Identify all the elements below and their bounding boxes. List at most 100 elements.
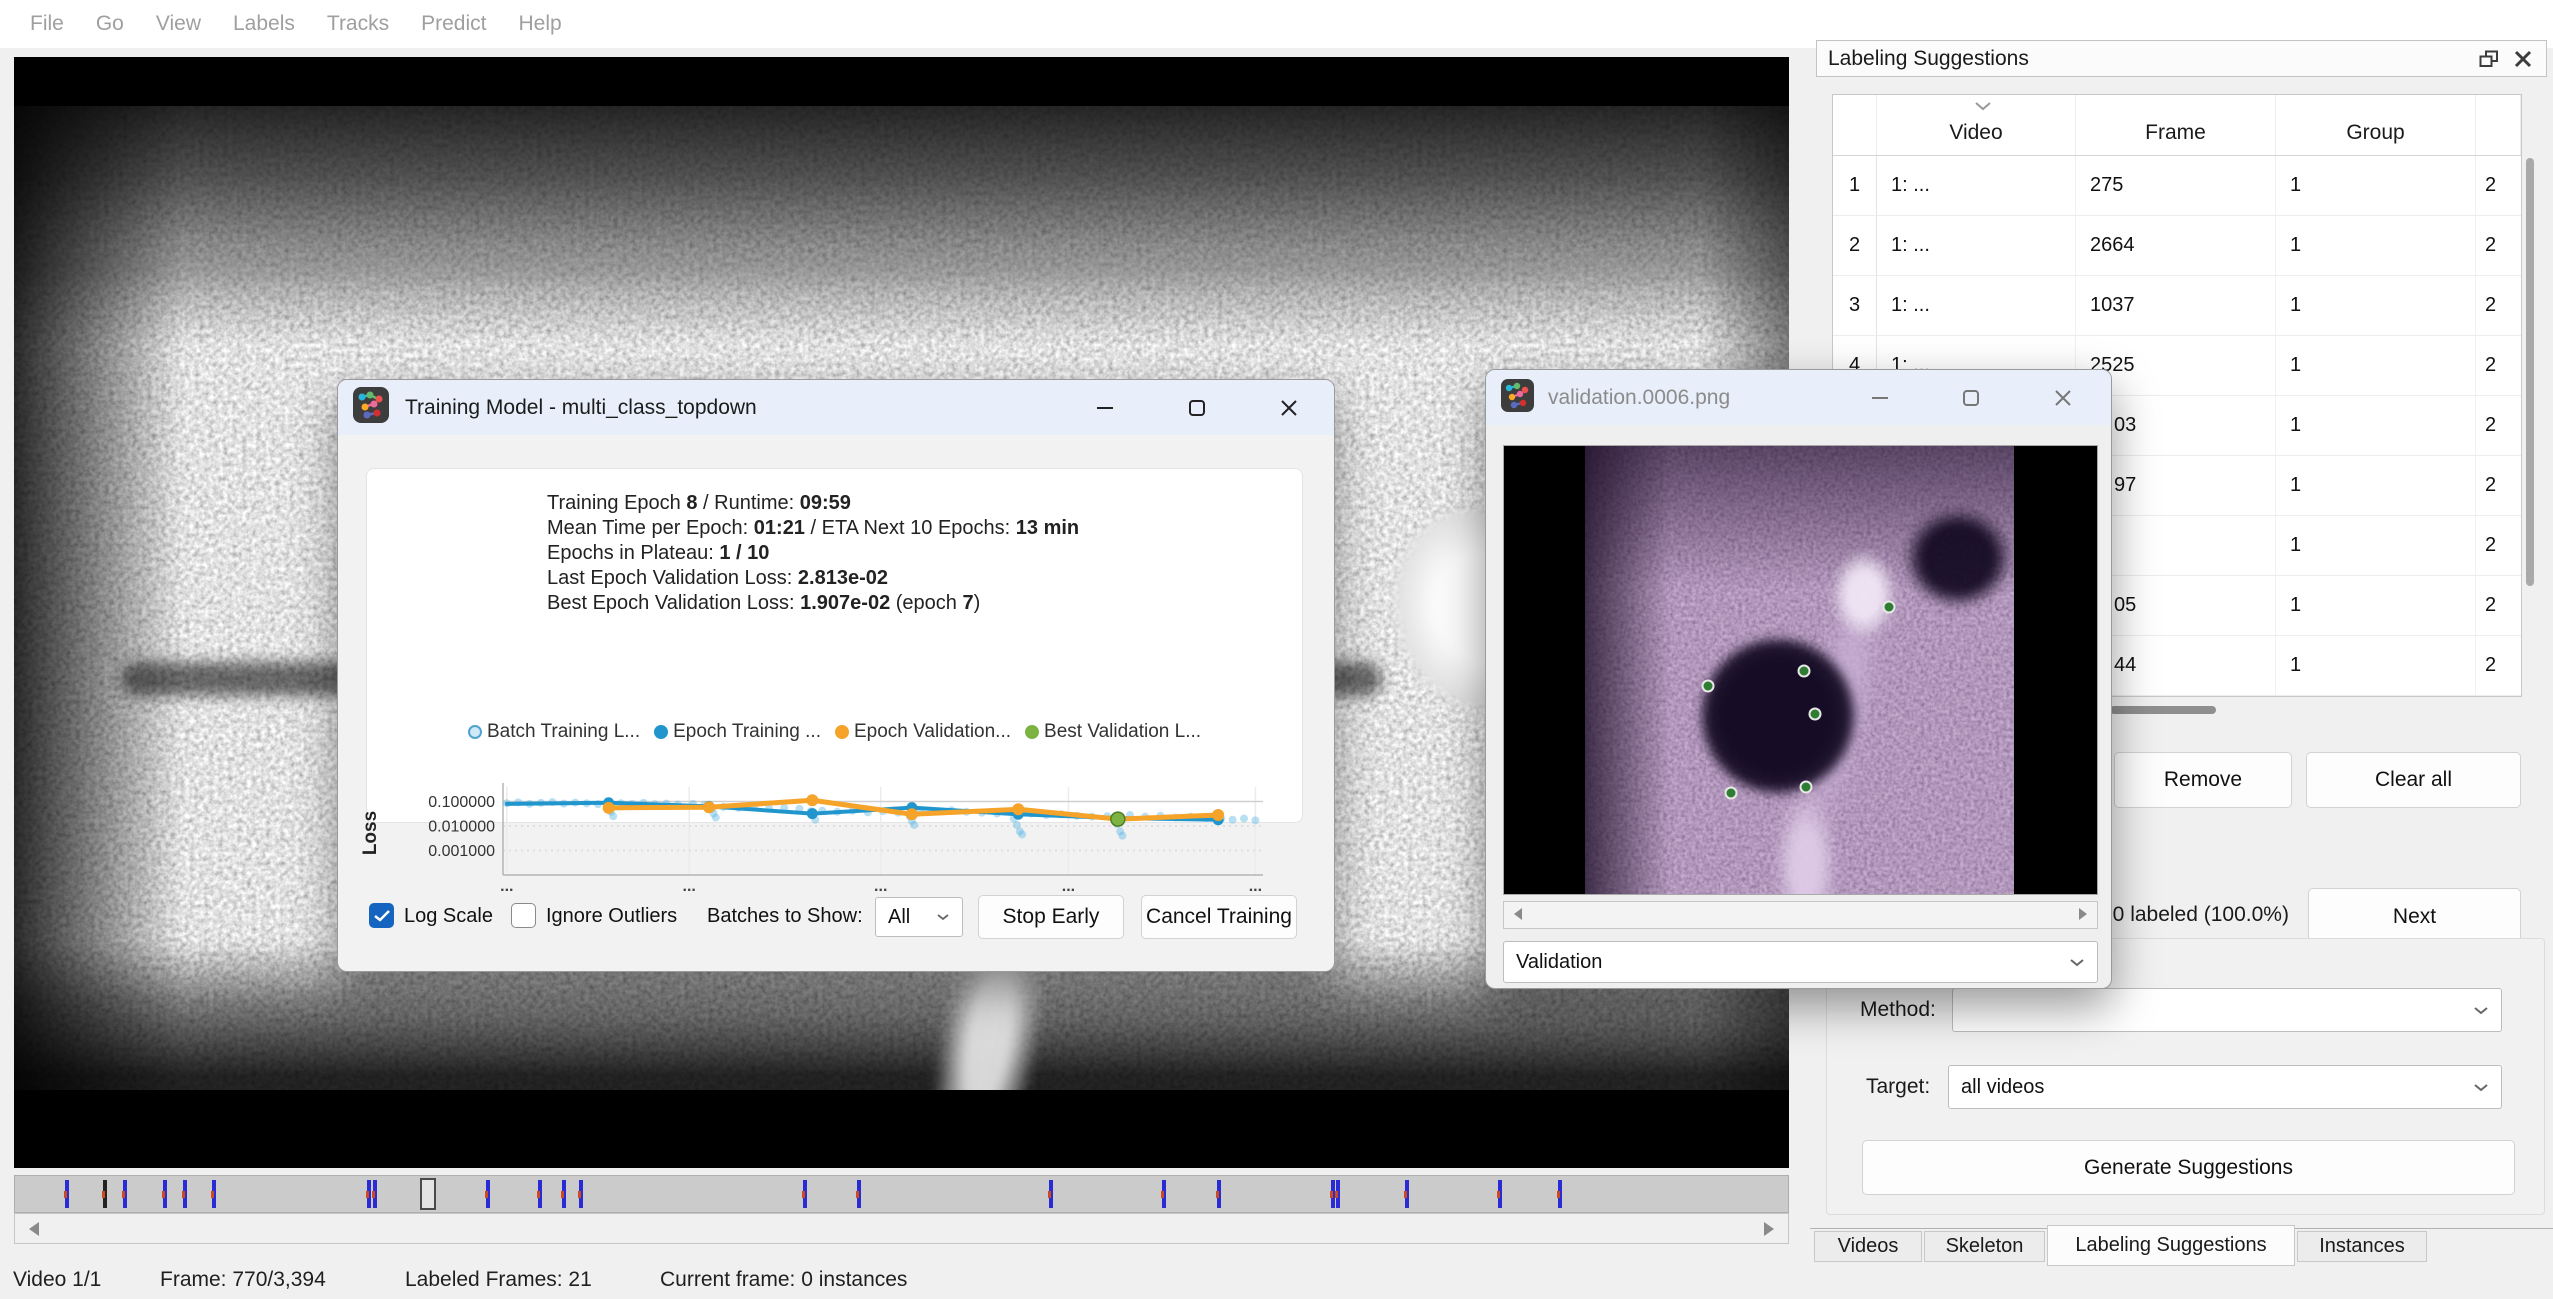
keypoint-dot <box>1797 665 1810 678</box>
labeled-frame-marker <box>182 1191 185 1198</box>
scroll-left-arrow-icon[interactable] <box>1514 908 1522 920</box>
header-group[interactable]: Group <box>2276 95 2476 155</box>
tab-skeleton[interactable]: Skeleton <box>1924 1231 2045 1262</box>
ignore-outliers-label: Ignore Outliers <box>546 905 677 928</box>
seekbar-track[interactable] <box>14 1175 1789 1213</box>
labeled-frame-marker <box>537 1191 540 1198</box>
target-dropdown[interactable]: all videos <box>1948 1065 2502 1109</box>
cell-group: 1 <box>2276 396 2476 455</box>
svg-text:...: ... <box>874 878 887 895</box>
method-dropdown[interactable] <box>1952 988 2502 1032</box>
close-icon[interactable] <box>2506 44 2540 74</box>
labeled-frame-marker <box>162 1191 165 1198</box>
labeled-frame-marker <box>485 1191 488 1198</box>
validation-scrollbar[interactable] <box>1503 901 2098 929</box>
chevron-down-icon <box>2473 1006 2489 1015</box>
cell-extra: 2 <box>2476 396 2521 455</box>
menu-item-file[interactable]: File <box>14 12 80 36</box>
labeled-frame-marker <box>211 1191 214 1198</box>
method-label: Method: <box>1860 998 1936 1022</box>
cell-video: 1: ... <box>1877 216 2076 275</box>
svg-text:Loss: Loss <box>362 811 381 855</box>
scroll-left-arrow-icon[interactable] <box>29 1222 39 1236</box>
tab-videos[interactable]: Videos <box>1814 1231 1922 1262</box>
menu-item-view[interactable]: View <box>140 12 217 36</box>
labeled-status: 20 labeled (100.0%) <box>2101 903 2289 927</box>
batches-dropdown[interactable]: All <box>875 897 963 937</box>
close-icon[interactable] <box>1266 390 1312 426</box>
labeled-frame-marker <box>578 1191 581 1198</box>
labeled-frame-marker <box>561 1191 564 1198</box>
legend-item: Batch Training L... <box>468 721 640 743</box>
labeled-frame-marker <box>1497 1191 1500 1198</box>
table-row[interactable]: 11: ...27512 <box>1833 156 2521 216</box>
scroll-right-arrow-icon[interactable] <box>1764 1222 1774 1236</box>
maximize-icon[interactable] <box>1174 390 1220 426</box>
menu-item-predict[interactable]: Predict <box>405 12 502 36</box>
suggestion-frame-marker <box>65 1180 69 1208</box>
cancel-training-button[interactable]: Cancel Training <box>1141 895 1297 939</box>
cell-extra: 2 <box>2476 456 2521 515</box>
labeled-frame-marker <box>802 1191 805 1198</box>
legend-marker-icon <box>654 725 668 739</box>
cell-extra: 2 <box>2476 576 2521 635</box>
cell-frame: 2664 <box>2076 216 2276 275</box>
minimize-icon[interactable] <box>1857 380 1903 416</box>
svg-text:...: ... <box>1062 878 1075 895</box>
status-current: Current frame: 0 instances <box>660 1268 907 1292</box>
close-icon[interactable] <box>2040 380 2086 416</box>
validation-split-dropdown[interactable]: Validation <box>1503 941 2098 983</box>
cell-video: 1: ... <box>1877 156 2076 215</box>
ignore-outliers-checkbox[interactable] <box>511 903 536 928</box>
cell-num: 1 <box>1833 156 1877 215</box>
header-extra[interactable] <box>2476 95 2521 155</box>
table-row[interactable]: 21: ...266412 <box>1833 216 2521 276</box>
stop-early-button[interactable]: Stop Early <box>978 895 1124 939</box>
float-window-icon[interactable] <box>2472 44 2506 74</box>
table-row[interactable]: 31: ...103712 <box>1833 276 2521 336</box>
menu-item-go[interactable]: Go <box>80 12 140 36</box>
generate-suggestions-button[interactable]: Generate Suggestions <box>1862 1140 2515 1195</box>
svg-text:...: ... <box>683 878 696 895</box>
log-scale-checkbox[interactable] <box>369 903 394 928</box>
suggestion-frame-marker <box>367 1180 371 1208</box>
suggestion-frame-marker <box>1217 1180 1221 1208</box>
header-frame[interactable]: Frame <box>2076 95 2276 155</box>
suggestion-frame-marker <box>486 1180 490 1208</box>
suggestion-frame-marker <box>1498 1180 1502 1208</box>
tab-labeling-suggestions[interactable]: Labeling Suggestions <box>2047 1225 2295 1266</box>
menu-item-labels[interactable]: Labels <box>217 12 311 36</box>
cell-num: 2 <box>1833 216 1877 275</box>
validation-titlebar[interactable]: validation.0006.png <box>1486 370 2111 425</box>
batches-to-show-label: Batches to Show: <box>707 905 863 928</box>
labeled-frame-marker <box>1335 1191 1338 1198</box>
cell-frame: 275 <box>2076 156 2276 215</box>
svg-text:0.100000: 0.100000 <box>428 794 495 811</box>
status-labeled: Labeled Frames: 21 <box>405 1268 592 1292</box>
clear-all-button[interactable]: Clear all <box>2306 752 2521 808</box>
chevron-down-icon <box>936 913 950 921</box>
sleap-app-icon <box>353 387 389 428</box>
menu-item-tracks[interactable]: Tracks <box>311 12 405 36</box>
seekbar-handle[interactable] <box>420 1178 436 1210</box>
header-rownum[interactable] <box>1833 95 1877 155</box>
tab-instances[interactable]: Instances <box>2297 1231 2427 1262</box>
cell-extra: 2 <box>2476 216 2521 275</box>
suggestion-frame-marker <box>1558 1180 1562 1208</box>
maximize-icon[interactable] <box>1948 380 1994 416</box>
cell-extra: 2 <box>2476 516 2521 575</box>
keypoint-dot <box>1724 786 1737 799</box>
legend-marker-icon <box>468 725 482 739</box>
suggestion-frame-marker <box>857 1180 861 1208</box>
suggestion-frame-marker <box>1405 1180 1409 1208</box>
table-vertical-scrollbar[interactable] <box>2526 158 2534 586</box>
table-horizontal-scrollbar[interactable] <box>2110 706 2216 714</box>
keypoint-dot <box>1808 707 1821 720</box>
seekbar-scrollbar[interactable] <box>14 1213 1789 1244</box>
minimize-icon[interactable] <box>1082 390 1128 426</box>
menu-item-help[interactable]: Help <box>502 12 577 36</box>
scroll-right-arrow-icon[interactable] <box>2079 908 2087 920</box>
chevron-down-icon <box>2473 1083 2489 1092</box>
svg-text:0.001000: 0.001000 <box>428 843 495 860</box>
remove-button[interactable]: Remove <box>2114 752 2292 808</box>
